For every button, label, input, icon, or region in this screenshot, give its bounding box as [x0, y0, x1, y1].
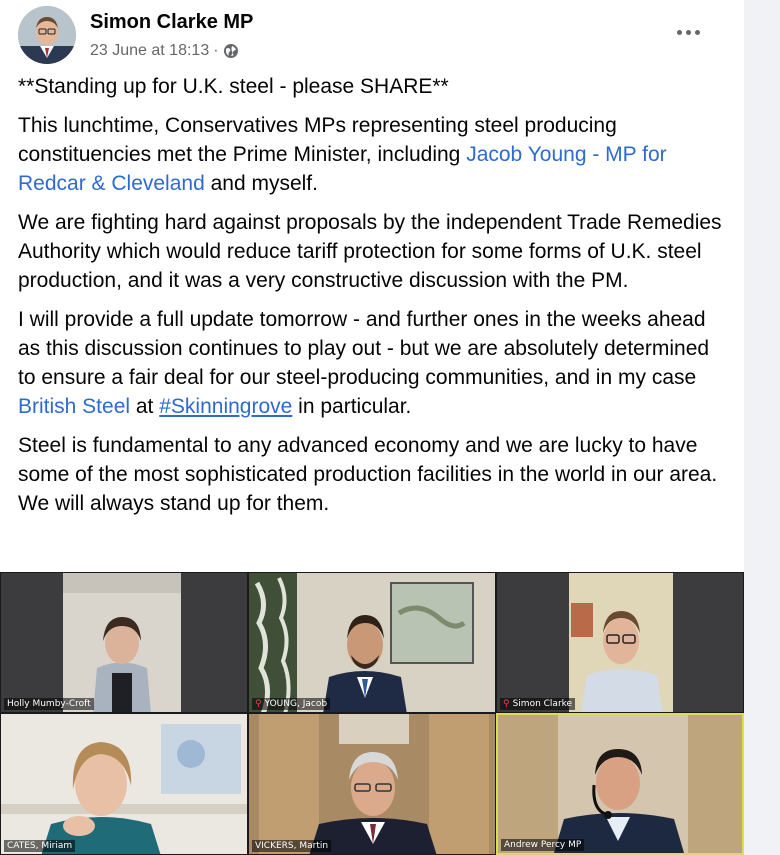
post-paragraph: This lunchtime, Conservatives MPs repres…	[18, 111, 730, 198]
ellipsis-icon[interactable]	[670, 20, 706, 44]
globe-icon[interactable]	[223, 43, 239, 59]
muted-mic-icon: ⚲	[255, 699, 262, 709]
video-tile: Holly Mumby-Croft	[0, 572, 248, 713]
muted-mic-icon: ⚲	[503, 699, 510, 709]
paragraph-text: I will provide a full update tomorrow - …	[18, 308, 710, 389]
author-name[interactable]: Simon Clarke MP	[90, 11, 253, 34]
hashtag-link-skinningrove[interactable]: #Skinningrove	[159, 395, 292, 418]
participant-video	[498, 715, 742, 853]
post-timestamp[interactable]: 23 June at 18:13	[90, 42, 209, 60]
paragraph-text: in particular.	[292, 395, 412, 418]
participant-video	[249, 714, 495, 854]
post-meta: 23 June at 18:13 ·	[90, 42, 239, 60]
avatar-image	[18, 6, 76, 64]
post-paragraph: We are fighting hard against proposals b…	[18, 211, 722, 292]
video-tile: ⚲ YOUNG, Jacob	[248, 572, 496, 713]
post-header: Simon Clarke MP 23 June at 18:13 ·	[18, 6, 728, 64]
participant-name-tag: VICKERS, Martin	[252, 840, 332, 852]
post-photo-video-call[interactable]: Holly Mumby-Croft ⚲ YOUNG, Jacob ⚲ Simon…	[0, 572, 744, 855]
author-avatar[interactable]	[18, 6, 76, 64]
paragraph-text: at	[130, 395, 160, 418]
participant-name: Andrew Percy MP	[504, 840, 582, 850]
post-card: Simon Clarke MP 23 June at 18:13 · **Sta…	[0, 0, 744, 855]
participant-name: Holly Mumby-Croft	[7, 699, 91, 709]
participant-name-tag: ⚲ YOUNG, Jacob	[252, 698, 331, 710]
participant-name-tag: Andrew Percy MP	[501, 839, 585, 851]
participant-video	[1, 714, 247, 854]
meta-separator: ·	[213, 42, 219, 59]
page-background	[744, 0, 780, 855]
participant-name: VICKERS, Martin	[255, 841, 329, 851]
participant-video	[1, 573, 247, 712]
mention-link-british-steel[interactable]: British Steel	[18, 395, 130, 418]
participant-video	[497, 573, 743, 712]
participant-name-tag: Holly Mumby-Croft	[4, 698, 94, 710]
participant-name: Simon Clarke	[512, 699, 573, 709]
video-tile: ⚲ Simon Clarke	[496, 572, 744, 713]
video-tile-active-speaker: Andrew Percy MP	[496, 713, 744, 855]
paragraph-text: and myself.	[204, 172, 318, 195]
participant-name: CATES, Miriam	[7, 841, 73, 851]
post-body: **Standing up for U.K. steel - please SH…	[18, 72, 730, 528]
post-paragraph: I will provide a full update tomorrow - …	[18, 305, 730, 421]
post-paragraph: **Standing up for U.K. steel - please SH…	[18, 75, 449, 98]
video-tile: CATES, Miriam	[0, 713, 248, 855]
participant-name-tag: ⚲ Simon Clarke	[500, 698, 576, 710]
participant-video	[249, 573, 495, 712]
post-paragraph: Steel is fundamental to any advanced eco…	[18, 434, 718, 515]
participant-name: YOUNG, Jacob	[264, 699, 328, 709]
participant-name-tag: CATES, Miriam	[4, 840, 76, 852]
video-tile: VICKERS, Martin	[248, 713, 496, 855]
